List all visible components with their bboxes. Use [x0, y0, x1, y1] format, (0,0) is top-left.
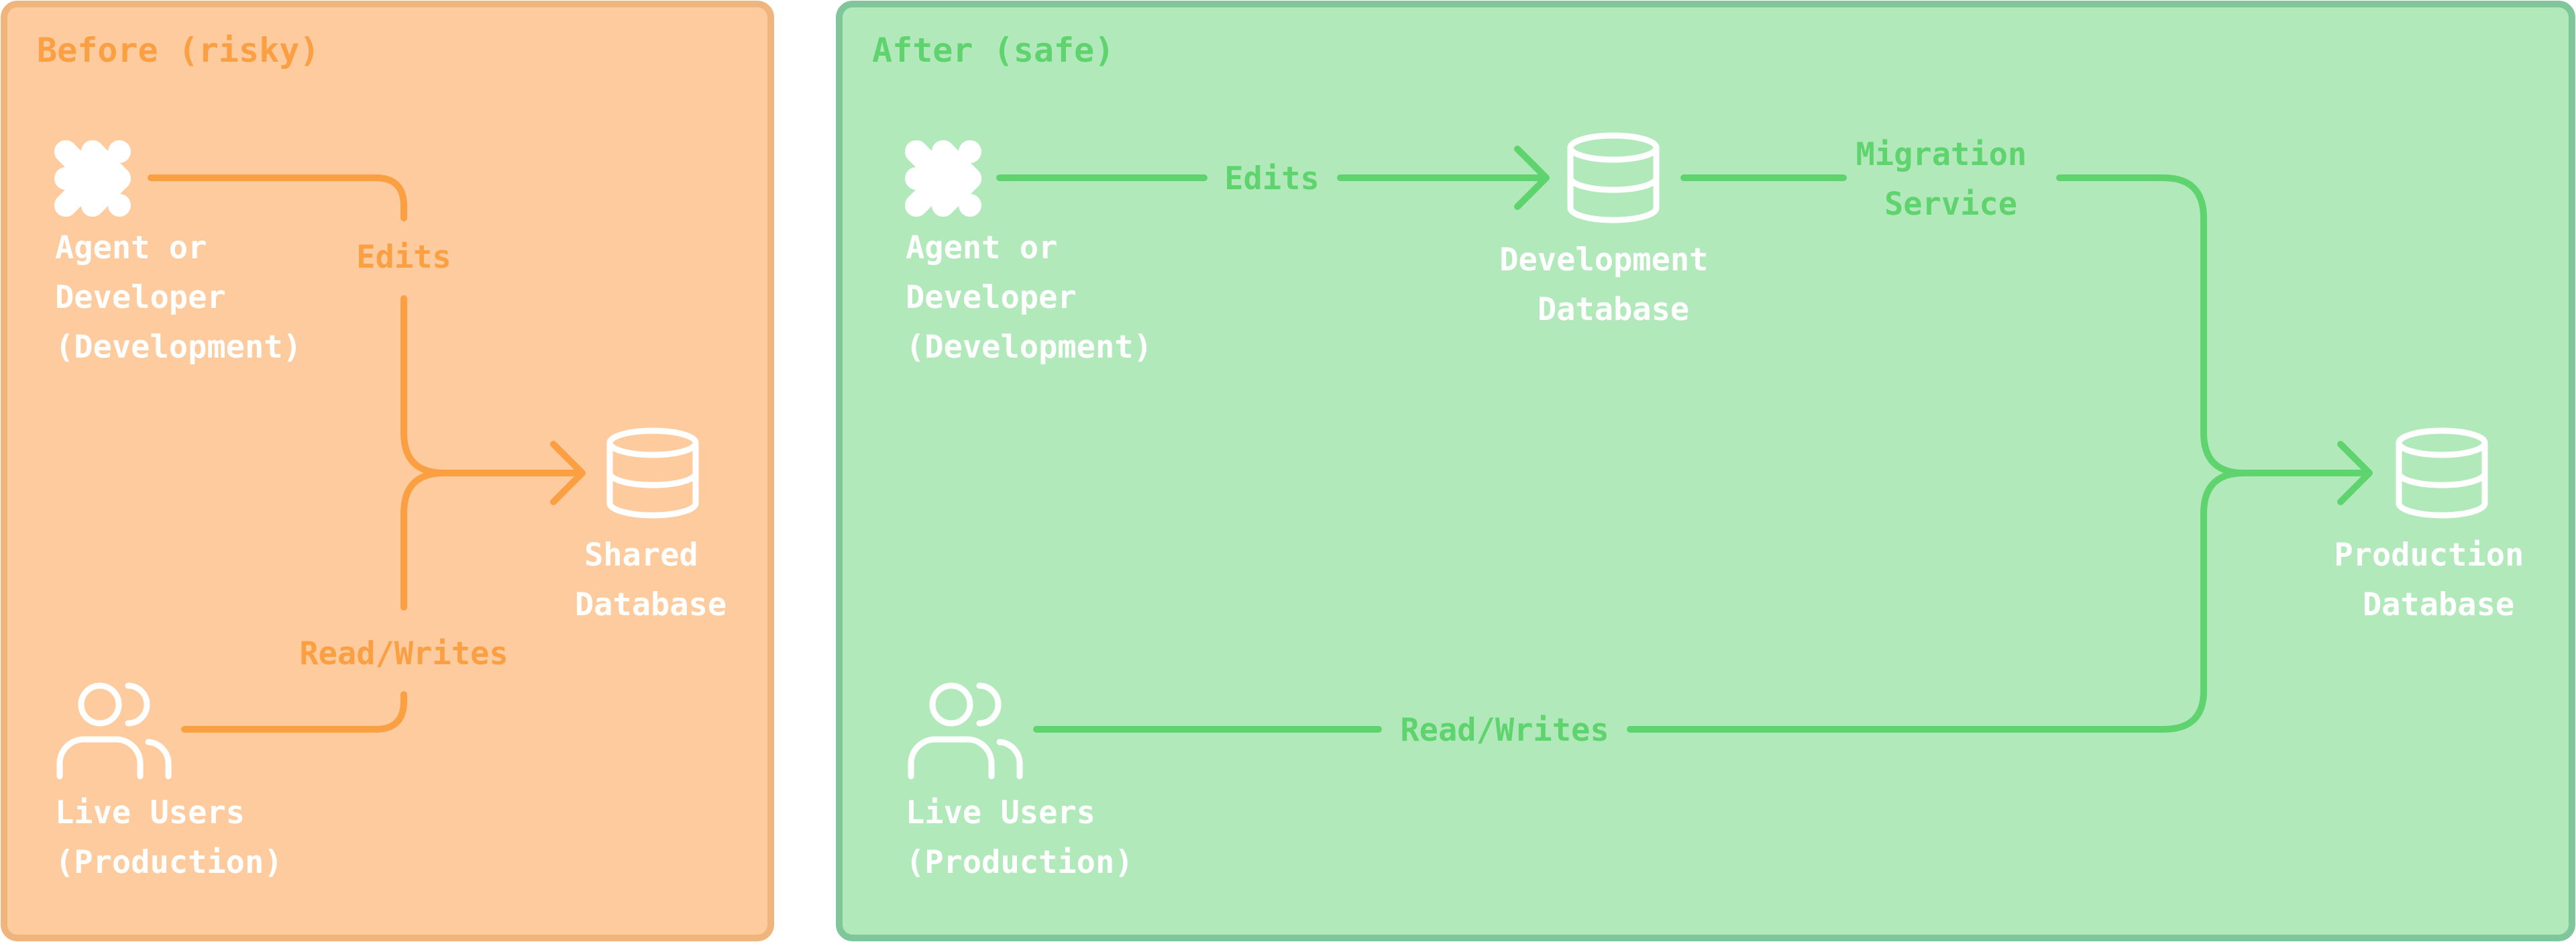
after-edits-label: Edits	[1224, 160, 1319, 197]
before-panel: Before (risky) Agent or Developer (Devel…	[1, 1, 774, 941]
after-readwrites-label: Read/Writes	[1400, 712, 1609, 749]
before-title: Before (risky)	[37, 31, 319, 70]
after-agent-logo-icon	[905, 140, 981, 217]
before-edits-label: Edits	[356, 239, 451, 276]
after-title: After (safe)	[872, 31, 1114, 70]
before-agent-logo-icon	[54, 140, 131, 217]
after-panel: After (safe) Agent or Developer (Develop…	[836, 1, 2575, 941]
diagram: Before (risky) Agent or Developer (Devel…	[1, 1, 2575, 941]
before-readwrites-label: Read/Writes	[299, 635, 508, 672]
